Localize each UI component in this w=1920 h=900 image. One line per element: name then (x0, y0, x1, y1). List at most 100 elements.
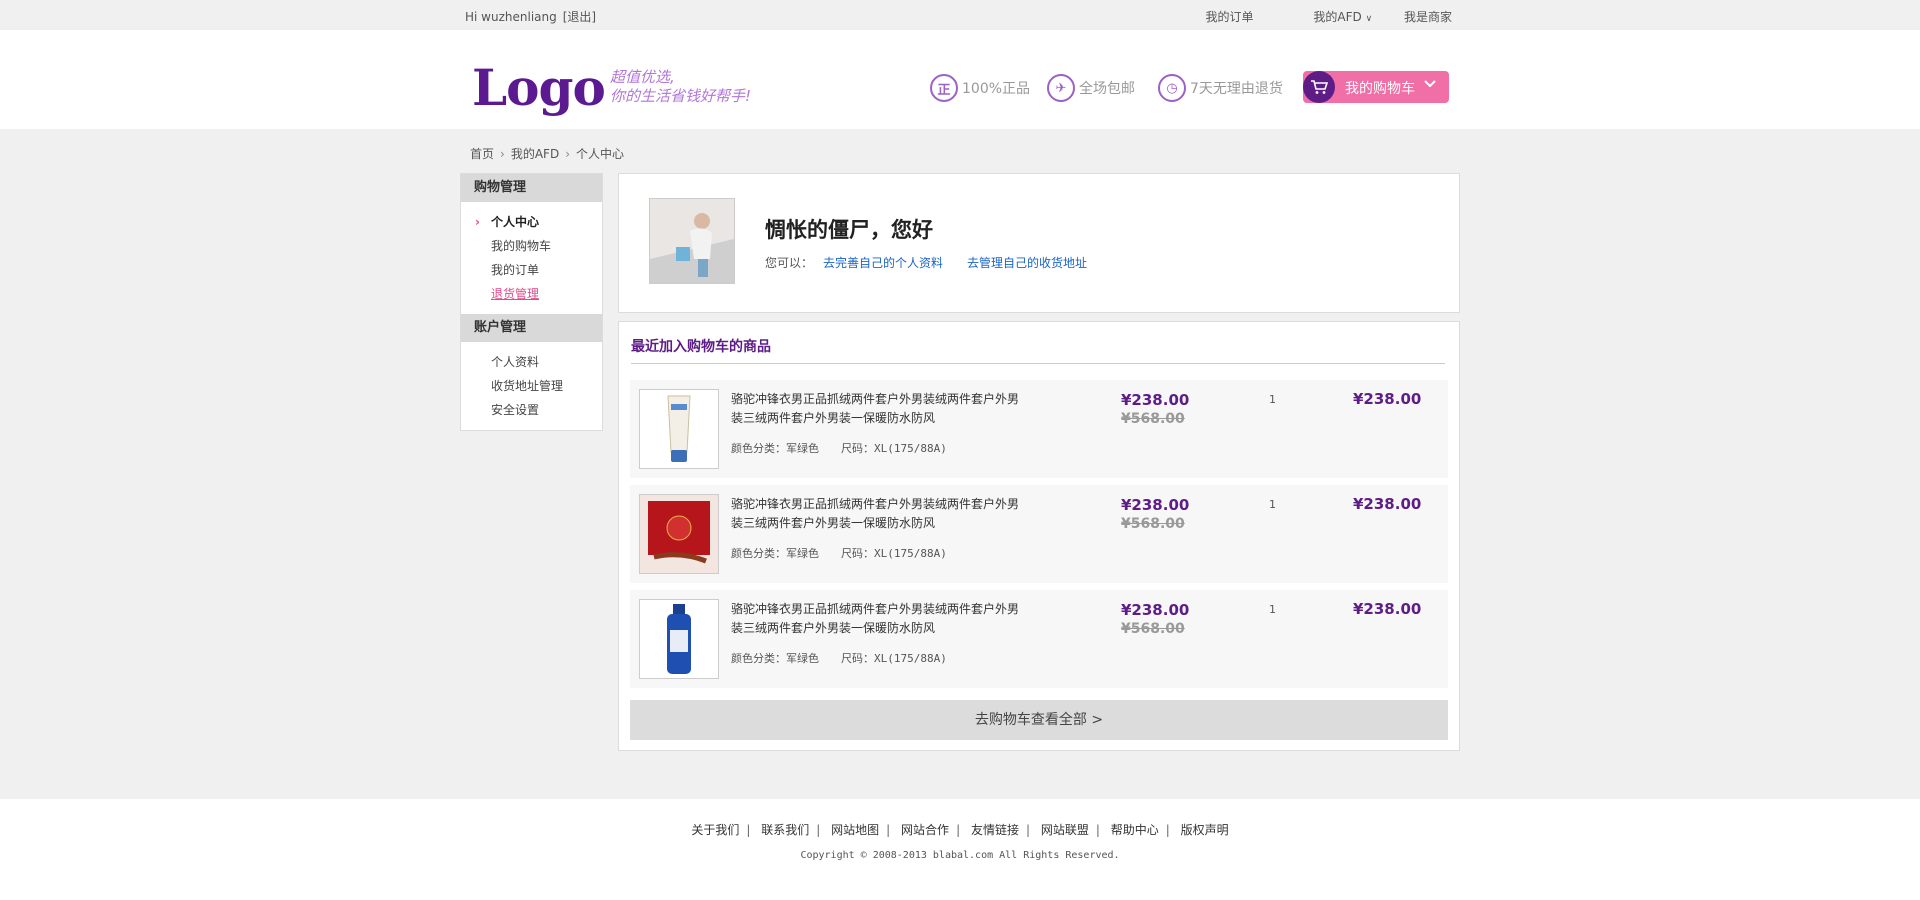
sidebar: 购物管理 个人中心 我的购物车 我的订单 退货管理 账户管理 个人资料 收货地址… (460, 173, 603, 431)
sidebar-account-list: 个人资料 收货地址管理 安全设置 (461, 342, 602, 430)
product-color: 颜色分类：军绿色 (731, 547, 819, 560)
my-afd-label: 我的AFD (1313, 10, 1362, 24)
top-links: 我的订单 我的AFD ∨ 我是商家 (1178, 8, 1452, 25)
product-original-price: ¥568.00 (1121, 621, 1185, 637)
copyright-text: Copyright © 2008-2013 blabal.com All Rig… (800, 850, 1120, 861)
footer-link-copyright[interactable]: 版权声明 (1181, 823, 1229, 837)
product-size: 尺码：XL(175/88A) (841, 442, 947, 455)
sidebar-item-profile[interactable]: 个人资料 (461, 350, 602, 374)
product-name[interactable]: 骆驼冲锋衣男正品抓绒两件套户外男装绒两件套户外男装三绒两件套户外男装一保暖防水防… (731, 390, 1021, 428)
sidebar-shopping-list: 个人中心 我的购物车 我的订单 退货管理 (461, 202, 602, 314)
feature-label: 7天无理由退货 (1190, 81, 1283, 97)
complete-profile-link[interactable]: 去完善自己的个人资料 (823, 256, 943, 270)
breadcrumb: 首页 › 我的AFD › 个人中心 (470, 145, 624, 162)
breadcrumb-current: 个人中心 (576, 147, 625, 161)
product-name[interactable]: 骆驼冲锋衣男正品抓绒两件套户外男装绒两件套户外男装三绒两件套户外男装一保暖防水防… (731, 600, 1021, 638)
recent-cart-panel: 最近加入购物车的商品 骆驼冲锋衣男正品抓绒两件套户外男装绒两件套户外男装三绒两件… (618, 321, 1460, 751)
sidebar-item-my-cart[interactable]: 我的购物车 (461, 234, 602, 258)
site-footer: 关于我们 | 联系我们 | 网站地图 | 网站合作 | 友情链接 | 网站联盟 | 帮助中心… (0, 799, 1920, 900)
separator: | (1095, 823, 1100, 837)
footer-link-contact[interactable]: 联系我们 (761, 823, 809, 837)
breadcrumb-home[interactable]: 首页 (470, 147, 494, 161)
footer-link-about[interactable]: 关于我们 (691, 823, 739, 837)
product-total: ¥238.00 (1353, 390, 1422, 408)
sidebar-header-shopping: 购物管理 (461, 174, 602, 202)
feature-label: 100%正品 (962, 81, 1031, 97)
slogan-line-2: 你的生活省钱好帮手! (610, 87, 752, 105)
top-bar: Hi wuzhenliang [退出] 我的订单 我的AFD ∨ 我是商家 (0, 0, 1920, 31)
product-total: ¥238.00 (1353, 495, 1422, 513)
product-name[interactable]: 骆驼冲锋衣男正品抓绒两件套户外男装绒两件套户外男装三绒两件套户外男装一保暖防水防… (731, 495, 1021, 533)
product-spec: 颜色分类：军绿色 尺码：XL(175/88A) (731, 650, 969, 666)
quick-actions-label: 您可以： (765, 256, 814, 270)
manage-address-link[interactable]: 去管理自己的收货地址 (967, 256, 1087, 270)
separator: | (1025, 823, 1030, 837)
recent-cart-title: 最近加入购物车的商品 (631, 339, 771, 355)
welcome-heading: 惆怅的僵尸，您好 (765, 218, 933, 242)
separator: | (816, 823, 821, 837)
divider (631, 363, 1445, 364)
sidebar-item-personal-center[interactable]: 个人中心 (461, 210, 602, 234)
my-cart-button[interactable]: 我的购物车 (1303, 71, 1449, 103)
sidebar-item-address[interactable]: 收货地址管理 (461, 374, 602, 398)
product-spec: 颜色分类：军绿色 尺码：XL(175/88A) (731, 545, 969, 561)
chevron-right-icon: › (565, 147, 570, 161)
slogan: 超值优选, 你的生活省钱好帮手! (610, 68, 751, 106)
product-quantity: 1 (1269, 498, 1276, 511)
view-all-cart-button[interactable]: 去购物车查看全部 > (630, 700, 1448, 740)
footer-link-cooperation[interactable]: 网站合作 (901, 823, 949, 837)
footer-links: 关于我们 | 联系我们 | 网站地图 | 网站合作 | 友情链接 | 网站联盟 | 帮助中心… (0, 821, 1920, 838)
feature-genuine: 正 100%正品 (930, 72, 1030, 104)
footer-link-sitemap[interactable]: 网站地图 (831, 823, 879, 837)
sidebar-item-returns[interactable]: 退货管理 (461, 282, 602, 306)
user-greeting: Hi wuzhenliang [退出] (465, 8, 596, 25)
separator: | (956, 823, 961, 837)
profile-panel: 惆怅的僵尸，您好 您可以： 去完善自己的个人资料 去管理自己的收货地址 (618, 173, 1460, 313)
chevron-down-icon: ∨ (1365, 14, 1373, 24)
my-orders-link[interactable]: 我的订单 (1206, 10, 1254, 24)
product-quantity: 1 (1269, 393, 1276, 406)
logout-link[interactable]: [退出] (563, 10, 596, 24)
product-thumbnail[interactable] (639, 389, 719, 469)
site-logo[interactable]: Logo (472, 60, 606, 116)
product-spec: 颜色分类：军绿色 尺码：XL(175/88A) (731, 440, 969, 456)
product-price: ¥238.00 (1121, 496, 1190, 514)
product-color: 颜色分类：军绿色 (731, 442, 819, 455)
product-price: ¥238.00 (1121, 601, 1190, 619)
cart-icon (1303, 71, 1335, 103)
feature-free-shipping: ✈ 全场包邮 (1047, 72, 1135, 104)
separator: | (886, 823, 891, 837)
chevron-right-icon: › (500, 147, 505, 161)
merchant-link[interactable]: 我是商家 (1404, 10, 1452, 24)
avatar[interactable] (649, 198, 735, 284)
footer-link-alliance[interactable]: 网站联盟 (1041, 823, 1089, 837)
product-thumbnail[interactable] (639, 494, 719, 574)
product-thumbnail[interactable] (639, 599, 719, 679)
cart-item-row: 骆驼冲锋衣男正品抓绒两件套户外男装绒两件套户外男装三绒两件套户外男装一保暖防水防… (630, 485, 1448, 583)
feature-returns: ◷ 7天无理由退货 (1158, 72, 1283, 104)
slogan-line-1: 超值优选, (610, 68, 675, 86)
breadcrumb-my-afd[interactable]: 我的AFD (511, 147, 559, 161)
cart-label: 我的购物车 (1345, 81, 1415, 97)
clock-icon: ◷ (1158, 74, 1186, 102)
footer-link-help[interactable]: 帮助中心 (1111, 823, 1159, 837)
sidebar-item-security[interactable]: 安全设置 (461, 398, 602, 422)
product-size: 尺码：XL(175/88A) (841, 547, 947, 560)
product-price: ¥238.00 (1121, 391, 1190, 409)
separator: | (1165, 823, 1170, 837)
cart-item-row: 骆驼冲锋衣男正品抓绒两件套户外男装绒两件套户外男装三绒两件套户外男装一保暖防水防… (630, 590, 1448, 688)
product-original-price: ¥568.00 (1121, 411, 1185, 427)
my-afd-menu[interactable]: 我的AFD ∨ (1285, 10, 1372, 24)
sidebar-header-account: 账户管理 (461, 314, 602, 342)
footer-link-friends[interactable]: 友情链接 (971, 823, 1019, 837)
separator: | (746, 823, 751, 837)
cart-item-row: 骆驼冲锋衣男正品抓绒两件套户外男装绒两件套户外男装三绒两件套户外男装一保暖防水防… (630, 380, 1448, 478)
sidebar-item-my-orders[interactable]: 我的订单 (461, 258, 602, 282)
greeting-text: Hi wuzhenliang (465, 10, 557, 24)
shipping-icon: ✈ (1047, 74, 1075, 102)
product-color: 颜色分类：军绿色 (731, 652, 819, 665)
chevron-down-icon (1423, 77, 1437, 95)
product-total: ¥238.00 (1353, 600, 1422, 618)
product-size: 尺码：XL(175/88A) (841, 652, 947, 665)
quick-actions: 您可以： 去完善自己的个人资料 去管理自己的收货地址 (765, 254, 1101, 271)
